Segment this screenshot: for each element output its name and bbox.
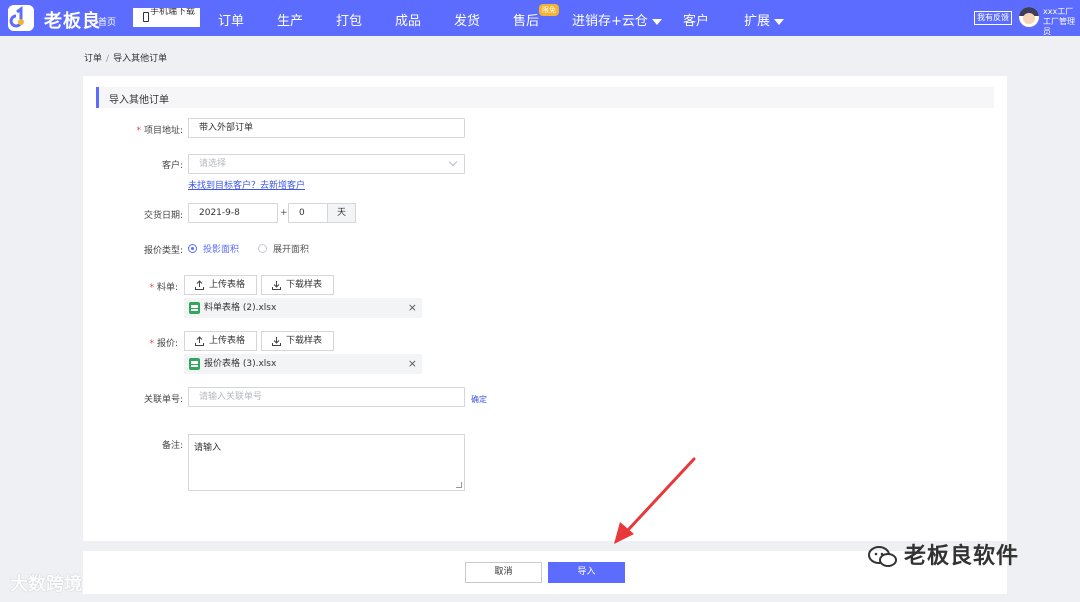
quote-type-label: 报价类型:	[143, 246, 183, 256]
upload-icon	[195, 336, 204, 346]
radio-unfolded-area-label[interactable]: 展开面积	[273, 242, 309, 255]
chevron-down-icon	[448, 157, 458, 167]
top-navigation-bar: 老板良 首页 手机端下载 订单 生产 打包 成品 发货 售后 限免 进销存+云仓…	[0, 0, 1080, 36]
resize-handle-icon[interactable]	[456, 482, 462, 488]
dropdown-arrow-icon	[774, 18, 785, 25]
price-file-item[interactable]: 报价表格 (3).xlsx ×	[184, 354, 422, 374]
nav-item-packing[interactable]: 打包	[336, 10, 362, 29]
link-order-input[interactable]: 请输入关联单号	[188, 387, 465, 407]
nav-item-inventory[interactable]: 进销存+云仓	[572, 10, 662, 29]
breadcrumb: 订单 / 导入其他订单	[84, 54, 168, 64]
customer-select[interactable]: 请选择	[188, 154, 465, 174]
delivery-date-label: 交货日期:	[143, 211, 183, 221]
delivery-date-input[interactable]: 2021-9-8	[188, 203, 278, 223]
excel-file-icon	[189, 358, 200, 370]
nav-item-finished[interactable]: 成品	[395, 10, 421, 29]
customer-label: 客户:	[161, 161, 183, 171]
mobile-download-button[interactable]: 手机端下载	[133, 8, 200, 27]
excel-file-icon	[189, 302, 200, 314]
watermark-wechat: 老板良软件	[868, 538, 1019, 570]
nav-item-production[interactable]: 生产	[277, 10, 303, 29]
price-label: * 报价:	[149, 339, 178, 349]
phone-icon	[143, 12, 149, 22]
download-price-sample-button[interactable]: 下载样表	[261, 331, 334, 351]
add-customer-link[interactable]: 未找到目标客户？去新增客户	[188, 178, 305, 191]
close-icon[interactable]: ×	[408, 354, 417, 374]
nav-item-shipping[interactable]: 发货	[454, 10, 480, 29]
download-icon	[272, 281, 281, 290]
delivery-days-input[interactable]: 0	[288, 203, 328, 223]
project-address-input[interactable]: 带入外部订单	[188, 118, 465, 138]
user-info[interactable]: xxx工厂 工厂管理员	[1043, 7, 1080, 37]
download-material-sample-button[interactable]: 下载样表	[261, 275, 334, 295]
upload-material-button[interactable]: 上传表格	[184, 275, 257, 295]
feedback-button[interactable]: 我有反馈	[974, 11, 1012, 25]
import-form-panel: 导入其他订单 * 项目地址: 带入外部订单 客户: 请选择 未找到目标客户？去新增…	[83, 76, 1007, 541]
radio-unfolded-area[interactable]	[258, 244, 267, 253]
watermark-left: 大数跨境	[10, 574, 82, 595]
download-icon	[272, 337, 281, 346]
confirm-link[interactable]: 确定	[471, 394, 487, 405]
nav-item-customers[interactable]: 客户	[683, 10, 709, 29]
remark-label: 备注:	[161, 441, 183, 451]
wechat-icon	[868, 546, 897, 567]
radio-projection-area[interactable]	[188, 244, 197, 253]
section-title: 导入其他订单	[109, 95, 169, 106]
remark-textarea[interactable]: 请输入	[188, 434, 465, 491]
nav-item-extensions[interactable]: 扩展	[744, 10, 785, 29]
brand-logo-icon[interactable]	[8, 5, 34, 31]
nav-item-orders[interactable]: 订单	[218, 10, 244, 29]
close-icon[interactable]: ×	[408, 298, 417, 318]
material-list-label: * 料单:	[149, 283, 178, 293]
cancel-button[interactable]: 取消	[465, 562, 542, 583]
section-header: 导入其他订单	[96, 87, 994, 108]
avatar[interactable]	[1019, 7, 1039, 27]
home-link[interactable]: 首页	[98, 15, 116, 28]
material-file-item[interactable]: 料单表格 (2).xlsx ×	[184, 298, 422, 318]
import-button[interactable]: 导入	[548, 562, 625, 583]
link-order-label: 关联单号:	[143, 395, 183, 405]
nav-item-aftersales[interactable]: 售后	[513, 10, 539, 29]
plus-sign: +	[280, 208, 288, 218]
free-badge: 限免	[539, 4, 559, 16]
dropdown-arrow-icon	[651, 18, 662, 25]
upload-icon	[195, 280, 204, 290]
days-unit: 天	[327, 203, 356, 223]
upload-price-button[interactable]: 上传表格	[184, 331, 257, 351]
radio-projection-area-label[interactable]: 投影面积	[203, 242, 239, 255]
project-address-label: * 项目地址:	[136, 126, 183, 136]
brand-name[interactable]: 老板良	[44, 7, 101, 33]
breadcrumb-current: 导入其他订单	[113, 54, 168, 64]
breadcrumb-orders[interactable]: 订单	[84, 54, 102, 64]
